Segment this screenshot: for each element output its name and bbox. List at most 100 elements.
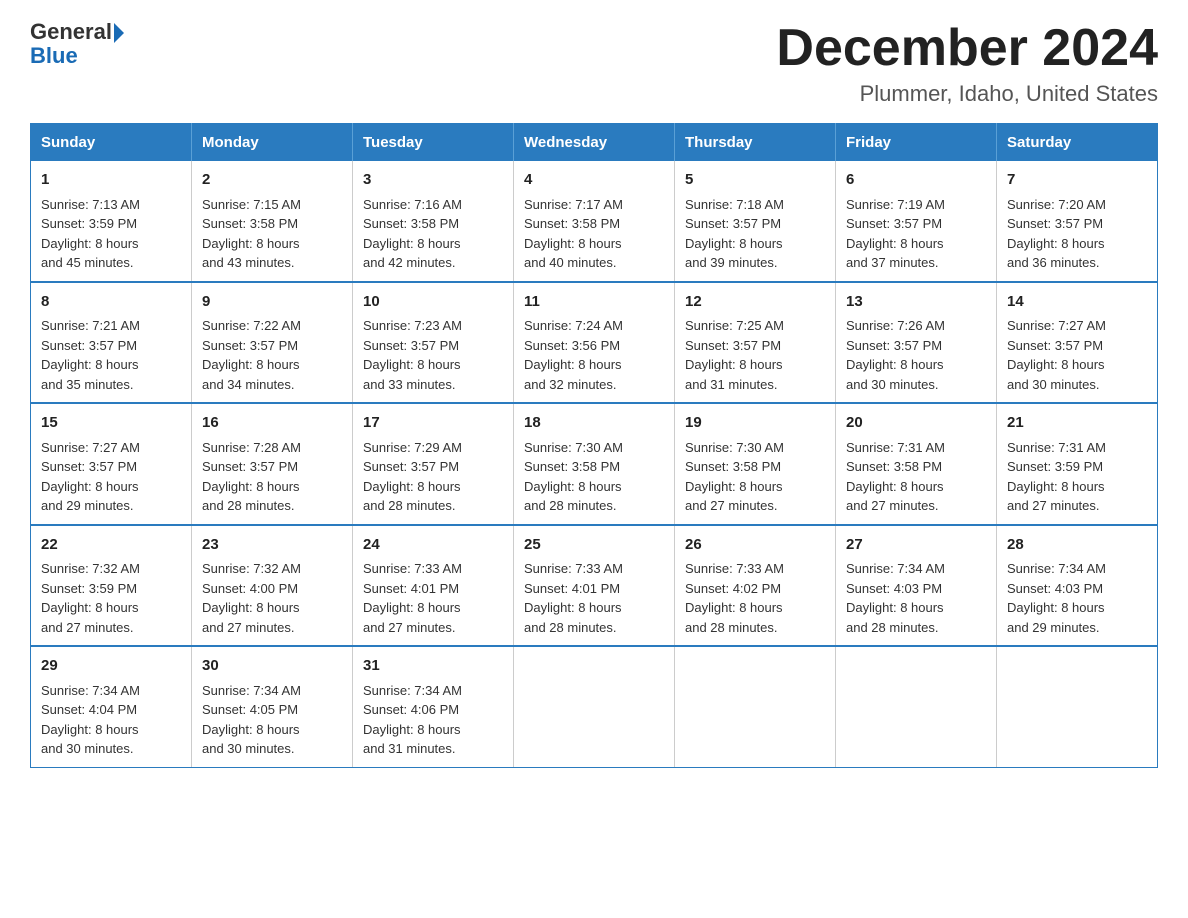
calendar-cell: 13 Sunrise: 7:26 AMSunset: 3:57 PMDayligh… (836, 282, 997, 404)
day-info: Sunrise: 7:34 AMSunset: 4:05 PMDaylight:… (202, 683, 301, 757)
day-info: Sunrise: 7:32 AMSunset: 3:59 PMDaylight:… (41, 561, 140, 635)
day-info: Sunrise: 7:21 AMSunset: 3:57 PMDaylight:… (41, 318, 140, 392)
day-info: Sunrise: 7:26 AMSunset: 3:57 PMDaylight:… (846, 318, 945, 392)
logo-general: General (30, 19, 112, 44)
day-info: Sunrise: 7:22 AMSunset: 3:57 PMDaylight:… (202, 318, 301, 392)
day-info: Sunrise: 7:18 AMSunset: 3:57 PMDaylight:… (685, 197, 784, 271)
day-number: 1 (41, 169, 181, 192)
day-number: 17 (363, 412, 503, 435)
day-info: Sunrise: 7:19 AMSunset: 3:57 PMDaylight:… (846, 197, 945, 271)
day-number: 22 (41, 534, 181, 557)
calendar-cell: 15 Sunrise: 7:27 AMSunset: 3:57 PMDayligh… (31, 403, 192, 525)
day-number: 31 (363, 655, 503, 678)
calendar-header-row: Sunday Monday Tuesday Wednesday Thursday… (31, 124, 1158, 162)
day-info: Sunrise: 7:33 AMSunset: 4:01 PMDaylight:… (524, 561, 623, 635)
logo: General Blue (30, 20, 124, 68)
calendar-cell: 25 Sunrise: 7:33 AMSunset: 4:01 PMDayligh… (514, 525, 675, 647)
title-area: December 2024 Plummer, Idaho, United Sta… (776, 20, 1158, 107)
day-number: 11 (524, 291, 664, 314)
day-info: Sunrise: 7:27 AMSunset: 3:57 PMDaylight:… (41, 440, 140, 514)
day-number: 12 (685, 291, 825, 314)
logo-arrow-icon (114, 23, 124, 43)
day-number: 29 (41, 655, 181, 678)
day-number: 27 (846, 534, 986, 557)
calendar-cell: 12Sunrise: 7:25 AMSunset: 3:57 PMDayligh… (675, 282, 836, 404)
day-info: Sunrise: 7:34 AMSunset: 4:03 PMDaylight:… (846, 561, 945, 635)
day-info: Sunrise: 7:33 AMSunset: 4:01 PMDaylight:… (363, 561, 462, 635)
calendar-cell: 10 Sunrise: 7:23 AMSunset: 3:57 PMDayligh… (353, 282, 514, 404)
calendar-cell: 9 Sunrise: 7:22 AMSunset: 3:57 PMDaylight… (192, 282, 353, 404)
calendar-week-row: 22 Sunrise: 7:32 AMSunset: 3:59 PMDayligh… (31, 525, 1158, 647)
day-number: 15 (41, 412, 181, 435)
logo-area: General Blue (30, 20, 124, 68)
calendar-cell (514, 646, 675, 767)
day-info: Sunrise: 7:30 AMSunset: 3:58 PMDaylight:… (685, 440, 784, 514)
calendar-cell: 18 Sunrise: 7:30 AMSunset: 3:58 PMDayligh… (514, 403, 675, 525)
calendar-cell: 20 Sunrise: 7:31 AMSunset: 3:58 PMDayligh… (836, 403, 997, 525)
day-number: 28 (1007, 534, 1147, 557)
col-monday: Monday (192, 124, 353, 162)
calendar-week-row: 1 Sunrise: 7:13 AMSunset: 3:59 PMDaylight… (31, 161, 1158, 282)
calendar-week-row: 29 Sunrise: 7:34 AMSunset: 4:04 PMDayligh… (31, 646, 1158, 767)
day-info: Sunrise: 7:33 AMSunset: 4:02 PMDaylight:… (685, 561, 784, 635)
day-number: 25 (524, 534, 664, 557)
calendar-cell (997, 646, 1158, 767)
day-info: Sunrise: 7:16 AMSunset: 3:58 PMDaylight:… (363, 197, 462, 271)
location-subtitle: Plummer, Idaho, United States (776, 81, 1158, 107)
day-info: Sunrise: 7:31 AMSunset: 3:59 PMDaylight:… (1007, 440, 1106, 514)
day-number: 2 (202, 169, 342, 192)
calendar-cell: 19Sunrise: 7:30 AMSunset: 3:58 PMDayligh… (675, 403, 836, 525)
calendar-cell (836, 646, 997, 767)
day-info: Sunrise: 7:29 AMSunset: 3:57 PMDaylight:… (363, 440, 462, 514)
col-sunday: Sunday (31, 124, 192, 162)
day-number: 18 (524, 412, 664, 435)
day-number: 20 (846, 412, 986, 435)
col-tuesday: Tuesday (353, 124, 514, 162)
calendar-cell: 4Sunrise: 7:17 AMSunset: 3:58 PMDaylight… (514, 161, 675, 282)
day-number: 21 (1007, 412, 1147, 435)
day-number: 10 (363, 291, 503, 314)
day-info: Sunrise: 7:34 AMSunset: 4:04 PMDaylight:… (41, 683, 140, 757)
day-info: Sunrise: 7:23 AMSunset: 3:57 PMDaylight:… (363, 318, 462, 392)
day-number: 13 (846, 291, 986, 314)
calendar-cell: 17 Sunrise: 7:29 AMSunset: 3:57 PMDayligh… (353, 403, 514, 525)
calendar-cell: 23Sunrise: 7:32 AMSunset: 4:00 PMDayligh… (192, 525, 353, 647)
calendar-cell: 28Sunrise: 7:34 AMSunset: 4:03 PMDayligh… (997, 525, 1158, 647)
day-number: 30 (202, 655, 342, 678)
day-number: 23 (202, 534, 342, 557)
day-number: 5 (685, 169, 825, 192)
calendar-cell: 22 Sunrise: 7:32 AMSunset: 3:59 PMDayligh… (31, 525, 192, 647)
day-number: 7 (1007, 169, 1147, 192)
day-info: Sunrise: 7:27 AMSunset: 3:57 PMDaylight:… (1007, 318, 1106, 392)
calendar-cell: 24 Sunrise: 7:33 AMSunset: 4:01 PMDayligh… (353, 525, 514, 647)
day-number: 9 (202, 291, 342, 314)
day-info: Sunrise: 7:17 AMSunset: 3:58 PMDaylight:… (524, 197, 623, 271)
calendar-cell: 5 Sunrise: 7:18 AMSunset: 3:57 PMDaylight… (675, 161, 836, 282)
day-info: Sunrise: 7:13 AMSunset: 3:59 PMDaylight:… (41, 197, 140, 271)
calendar-table: Sunday Monday Tuesday Wednesday Thursday… (30, 123, 1158, 768)
col-friday: Friday (836, 124, 997, 162)
calendar-cell (675, 646, 836, 767)
logo-blue: Blue (30, 43, 78, 68)
day-info: Sunrise: 7:31 AMSunset: 3:58 PMDaylight:… (846, 440, 945, 514)
calendar-cell: 1 Sunrise: 7:13 AMSunset: 3:59 PMDaylight… (31, 161, 192, 282)
calendar-cell: 16Sunrise: 7:28 AMSunset: 3:57 PMDayligh… (192, 403, 353, 525)
day-number: 24 (363, 534, 503, 557)
day-number: 8 (41, 291, 181, 314)
calendar-cell: 11Sunrise: 7:24 AMSunset: 3:56 PMDayligh… (514, 282, 675, 404)
day-number: 3 (363, 169, 503, 192)
day-info: Sunrise: 7:20 AMSunset: 3:57 PMDaylight:… (1007, 197, 1106, 271)
calendar-cell: 2Sunrise: 7:15 AMSunset: 3:58 PMDaylight… (192, 161, 353, 282)
col-wednesday: Wednesday (514, 124, 675, 162)
calendar-cell: 3 Sunrise: 7:16 AMSunset: 3:58 PMDaylight… (353, 161, 514, 282)
day-number: 6 (846, 169, 986, 192)
day-number: 26 (685, 534, 825, 557)
calendar-cell: 29 Sunrise: 7:34 AMSunset: 4:04 PMDayligh… (31, 646, 192, 767)
day-number: 14 (1007, 291, 1147, 314)
calendar-cell: 31Sunrise: 7:34 AMSunset: 4:06 PMDayligh… (353, 646, 514, 767)
calendar-cell: 26 Sunrise: 7:33 AMSunset: 4:02 PMDayligh… (675, 525, 836, 647)
calendar-cell: 21 Sunrise: 7:31 AMSunset: 3:59 PMDayligh… (997, 403, 1158, 525)
calendar-cell: 6 Sunrise: 7:19 AMSunset: 3:57 PMDaylight… (836, 161, 997, 282)
calendar-cell: 14 Sunrise: 7:27 AMSunset: 3:57 PMDayligh… (997, 282, 1158, 404)
day-info: Sunrise: 7:30 AMSunset: 3:58 PMDaylight:… (524, 440, 623, 514)
